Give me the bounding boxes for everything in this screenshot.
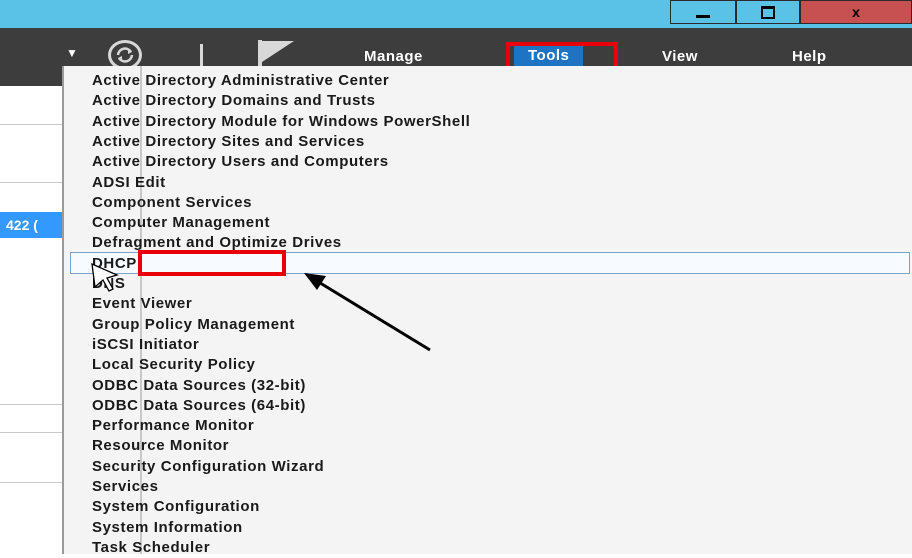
menu-item-active-directory-users-and-computers[interactable]: Active Directory Users and Computers — [92, 152, 389, 172]
manage-menu[interactable]: Manage — [364, 48, 423, 65]
left-pane-divider — [0, 432, 62, 433]
menu-item-active-directory-sites-and-services[interactable]: Active Directory Sites and Services — [92, 132, 365, 152]
menu-item-task-scheduler[interactable]: Task Scheduler — [92, 538, 210, 558]
left-pane-divider — [0, 182, 62, 183]
menu-item-computer-management[interactable]: Computer Management — [92, 213, 270, 233]
menu-item-active-directory-domains-and-trusts[interactable]: Active Directory Domains and Trusts — [92, 91, 376, 111]
menu-item-event-viewer[interactable]: Event Viewer — [92, 294, 192, 314]
dhcp-highlight-annotation — [138, 250, 286, 276]
close-button[interactable]: x — [800, 0, 912, 24]
help-menu[interactable]: Help — [792, 48, 827, 65]
title-bar: x — [0, 0, 912, 28]
toolbar-separator — [200, 44, 203, 68]
menu-item-active-directory-administrative-center[interactable]: Active Directory Administrative Center — [92, 71, 389, 91]
menu-item-iscsi-initiator[interactable]: iSCSI Initiator — [92, 335, 199, 355]
left-pane-divider — [0, 124, 62, 125]
left-pane-divider — [0, 482, 62, 483]
close-icon: x — [852, 4, 860, 20]
menu-item-dhcp[interactable]: DHCP — [92, 254, 137, 274]
menu-item-component-services[interactable]: Component Services — [92, 193, 252, 213]
dropdown-arrow-icon[interactable]: ▼ — [66, 46, 78, 60]
menu-item-services[interactable]: Services — [92, 477, 159, 497]
menu-item-odbc-data-sources-32-bit[interactable]: ODBC Data Sources (32-bit) — [92, 376, 306, 396]
left-pane: 422 ( — [0, 86, 62, 554]
minimize-icon — [696, 14, 710, 18]
minimize-button[interactable] — [670, 0, 736, 24]
menu-item-system-information[interactable]: System Information — [92, 518, 243, 538]
menu-item-active-directory-module-for-windows-powershell[interactable]: Active Directory Module for Windows Powe… — [92, 112, 470, 132]
view-menu[interactable]: View — [662, 48, 698, 65]
left-pane-divider — [0, 404, 62, 405]
menu-item-performance-monitor[interactable]: Performance Monitor — [92, 416, 254, 436]
menu-item-odbc-data-sources-64-bit[interactable]: ODBC Data Sources (64-bit) — [92, 396, 306, 416]
menu-item-security-configuration-wizard[interactable]: Security Configuration Wizard — [92, 457, 324, 477]
menu-item-adsi-edit[interactable]: ADSI Edit — [92, 173, 166, 193]
menu-item-system-configuration[interactable]: System Configuration — [92, 497, 260, 517]
menu-item-dns[interactable]: DNS — [92, 274, 125, 294]
menu-item-group-policy-management[interactable]: Group Policy Management — [92, 315, 295, 335]
restore-button[interactable] — [736, 0, 800, 24]
restore-icon — [761, 5, 775, 19]
selected-server-row[interactable]: 422 ( — [0, 212, 62, 238]
menu-item-resource-monitor[interactable]: Resource Monitor — [92, 436, 229, 456]
menu-item-local-security-policy[interactable]: Local Security Policy — [92, 355, 256, 375]
